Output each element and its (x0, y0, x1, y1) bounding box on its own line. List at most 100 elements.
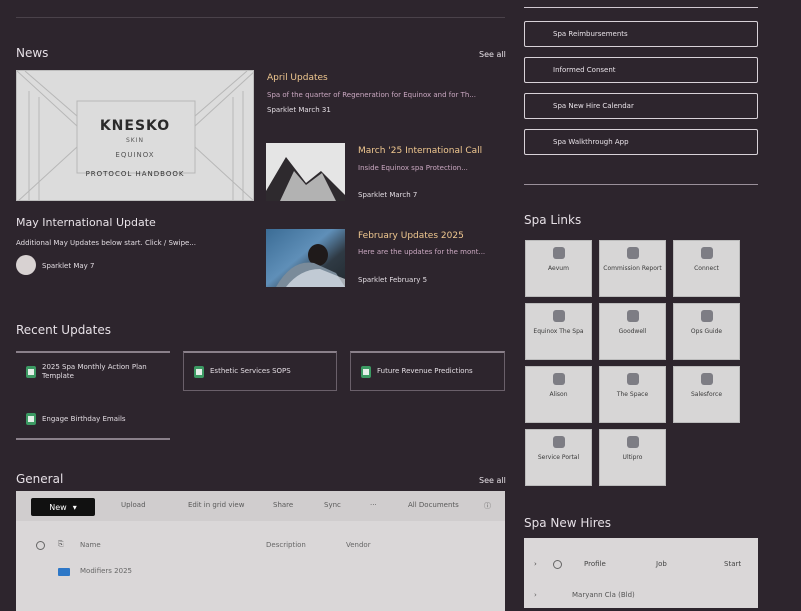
spa-reimbursements-button[interactable]: Spa Reimbursements (524, 21, 758, 47)
spa-link-tile[interactable]: Salesforce (673, 366, 740, 423)
recent-update-card[interactable]: 2025 Spa Monthly Action Plan Template (16, 351, 170, 391)
more-button[interactable]: ··· (370, 501, 377, 509)
column-profile[interactable]: Profile (584, 560, 606, 568)
ultipro-icon (626, 436, 639, 448)
edit-grid-button[interactable]: Edit in grid view (188, 501, 244, 509)
spa-link-tile[interactable]: Commission Report (599, 240, 666, 297)
spa-new-hire-calendar-button[interactable]: Spa New Hire Calendar (524, 93, 758, 119)
spa-link-tile[interactable]: Service Portal (525, 429, 592, 486)
news-item-meta: Sparklet February 5 (358, 276, 428, 284)
general-see-all-link[interactable]: See all (479, 476, 506, 485)
tile-label: Aevum (548, 265, 569, 272)
library-toolbar: New ▾ Upload Edit in grid view Share Sync… (16, 491, 505, 521)
spa-links-title: Spa Links (524, 213, 582, 227)
document-library: New ▾ Upload Edit in grid view Share Sync… (16, 491, 505, 611)
recent-update-label: Future Revenue Predictions (377, 367, 473, 375)
hero-sub: EQUINOX (115, 151, 155, 159)
info-icon[interactable]: ⓘ (484, 501, 491, 511)
news-item-desc: Spa of the quarter of Regeneration for E… (267, 91, 477, 99)
column-name[interactable]: Name (80, 541, 101, 549)
library-row-name[interactable]: Modifiers 2025 (80, 567, 132, 575)
author-avatar (16, 255, 36, 275)
recent-updates-title: Recent Updates (16, 323, 111, 337)
column-job[interactable]: Job (656, 560, 667, 568)
document-icon (26, 366, 36, 378)
page: News See all KNESKO SKIN EQUINOX PROTOCO… (0, 0, 801, 611)
news-title: News (16, 46, 49, 60)
general-title: General (16, 472, 64, 486)
tile-label: Ops Guide (690, 328, 723, 335)
column-description[interactable]: Description (266, 541, 306, 549)
news-thumbnail[interactable] (266, 229, 345, 287)
recent-update-label: Esthetic Services SOPS (210, 367, 291, 375)
news-see-all-link[interactable]: See all (479, 50, 506, 59)
report-icon (626, 247, 639, 259)
chevron-down-icon: ▾ (72, 502, 77, 512)
news-item-title[interactable]: April Updates (267, 73, 328, 83)
select-all-checkbox[interactable] (36, 541, 45, 550)
spa-link-tile[interactable]: Goodwell (599, 303, 666, 360)
tile-label: Salesforce (690, 391, 723, 398)
upload-button[interactable]: Upload (121, 501, 146, 509)
top-divider (16, 17, 505, 18)
new-hire-row[interactable]: Maryann Cla (Bld) (572, 591, 635, 599)
document-icon (26, 413, 36, 425)
spa-walkthrough-app-button[interactable]: Spa Walkthrough App (524, 129, 758, 155)
new-button[interactable]: New ▾ (31, 498, 95, 516)
spa-link-tile[interactable]: Alison (525, 366, 592, 423)
spa-link-tile[interactable]: Ultipro (599, 429, 666, 486)
salesforce-icon (700, 373, 713, 385)
tile-label: Alison (549, 391, 568, 398)
guide-icon (700, 310, 713, 322)
column-start[interactable]: Start (724, 560, 741, 568)
view-selector[interactable]: All Documents (408, 501, 459, 509)
informed-consent-button[interactable]: Informed Consent (524, 57, 758, 83)
recent-update-card[interactable]: Esthetic Services SOPS (183, 351, 337, 391)
recent-update-label: Engage Birthday Emails (42, 414, 126, 423)
document-icon (194, 365, 204, 378)
tile-label: Commission Report (603, 265, 662, 272)
document-icon (361, 365, 371, 378)
chevron-icon[interactable]: › (534, 591, 537, 599)
featured-news-desc: Additional May Updates below start. Clic… (16, 239, 196, 247)
new-button-label: New (49, 502, 67, 512)
featured-news-title[interactable]: May International Update (16, 216, 156, 229)
spa-link-tile[interactable]: Aevum (525, 240, 592, 297)
tile-label: Equinox The Spa (533, 328, 584, 335)
news-item-meta: Sparklet March 7 (358, 191, 418, 199)
right-divider (524, 184, 758, 185)
column-vendor[interactable]: Vendor (346, 541, 371, 549)
news-thumbnail[interactable] (266, 143, 345, 201)
alison-icon (552, 373, 565, 385)
spa-icon (552, 310, 565, 322)
tile-label: Goodwell (618, 328, 647, 335)
file-type-icon: ⎘ (58, 540, 64, 548)
spa-link-tile[interactable]: The Space (599, 366, 666, 423)
news-item-desc: Here are the updates for the mont... (358, 248, 486, 256)
hero-brand: KNESKO (99, 118, 171, 134)
recent-update-card[interactable]: Engage Birthday Emails (16, 400, 170, 440)
hero-brand-sub: SKIN (125, 137, 144, 144)
tile-label: Connect (694, 265, 719, 272)
portal-icon (552, 436, 565, 448)
share-button[interactable]: Share (273, 501, 293, 509)
aevum-icon (552, 247, 565, 259)
recent-update-card[interactable]: Future Revenue Predictions (350, 351, 505, 391)
news-item-title[interactable]: February Updates 2025 (358, 231, 464, 241)
news-item-title[interactable]: March '25 International Call (358, 146, 482, 156)
right-top-divider (524, 7, 758, 8)
space-icon (626, 373, 639, 385)
sync-button[interactable]: Sync (324, 501, 341, 509)
tile-label: Ultipro (622, 454, 643, 461)
news-item-desc: Inside Equinox spa Protection... (358, 164, 468, 172)
new-hires-list: › Profile Job Start › Maryann Cla (Bld) (524, 538, 758, 608)
spa-link-tile[interactable]: Equinox The Spa (525, 303, 592, 360)
hero-title: PROTOCOL HANDBOOK (85, 170, 185, 178)
select-all-checkbox[interactable] (553, 560, 562, 569)
spa-link-tile[interactable]: Ops Guide (673, 303, 740, 360)
news-item-meta: Sparklet March 31 (267, 106, 331, 114)
chevron-icon[interactable]: › (534, 560, 537, 568)
news-hero-image[interactable]: KNESKO SKIN EQUINOX PROTOCOL HANDBOOK (16, 70, 254, 201)
tile-label: The Space (616, 391, 649, 398)
spa-link-tile[interactable]: Connect (673, 240, 740, 297)
